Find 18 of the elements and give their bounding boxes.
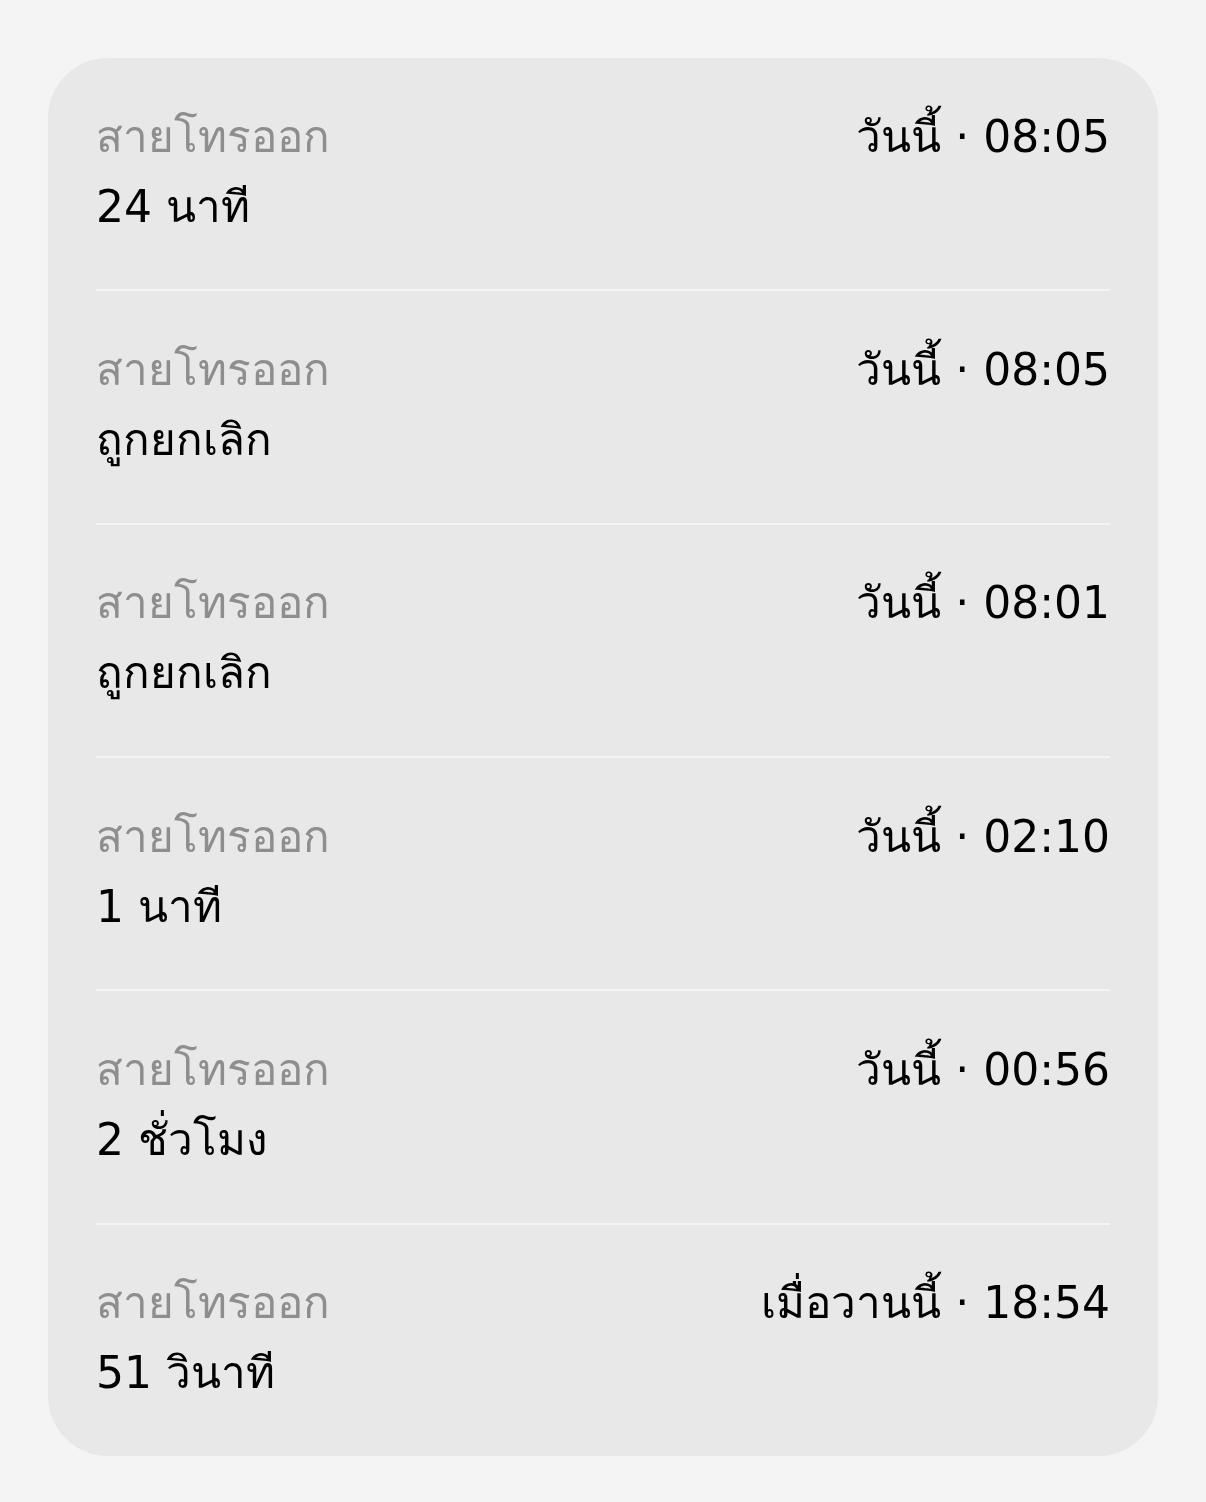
call-type-label: สายโทรออก (96, 576, 330, 631)
call-time: วันนี้ · 08:01 (856, 568, 1110, 639)
call-type-label: สายโทรออก (96, 1276, 330, 1331)
call-duration: 2 ชั่วโมง (96, 1104, 267, 1175)
call-duration: ถูกยกเลิก (96, 413, 272, 469)
call-time: เมื่อวานนี้ · 18:54 (761, 1268, 1110, 1339)
call-type-label: สายโทรออก (96, 1042, 330, 1097)
call-duration: 51 วินาที (96, 1346, 275, 1401)
call-time: วันนี้ · 02:10 (856, 801, 1110, 872)
call-duration: ถูกยกเลิก (96, 646, 272, 702)
call-time: วันนี้ · 00:56 (856, 1034, 1110, 1105)
call-type-label: สายโทรออก (96, 809, 330, 864)
call-duration: 1 นาที (96, 879, 222, 934)
call-time: วันนี้ · 08:05 (856, 335, 1110, 405)
call-type-label: สายโทรออก (96, 343, 330, 397)
call-type-label: สายโทรออก (96, 109, 330, 164)
call-time: วันนี้ · 08:05 (856, 101, 1110, 172)
call-duration: 24 นาที (96, 179, 250, 234)
